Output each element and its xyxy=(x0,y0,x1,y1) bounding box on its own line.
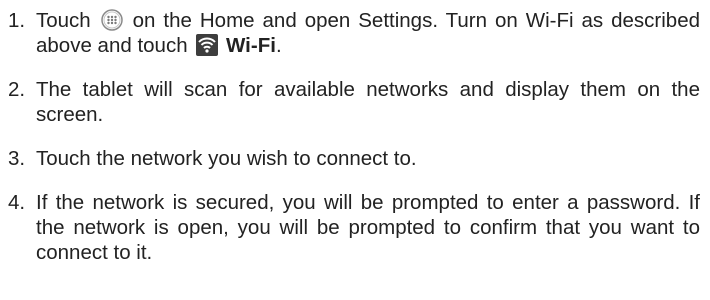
step-number: 2. xyxy=(8,78,26,101)
list-item-step-2: 2. The tablet will scan for available ne… xyxy=(8,77,700,127)
wifi-label: Wi-Fi xyxy=(226,34,276,57)
step-number: 4. xyxy=(8,191,26,214)
list-item-step-1: 1. Touch on the Home and open Settings. … xyxy=(8,8,700,58)
step-number: 1. xyxy=(8,9,26,32)
step-text-part: on the Home and open Settings. Turn on W… xyxy=(36,9,700,57)
app-drawer-icon xyxy=(100,9,123,31)
instruction-list: 1. Touch on the Home and open Settings. … xyxy=(8,8,700,265)
step-text-part: Touch xyxy=(36,9,91,32)
step-text: Touch the network you wish to connect to… xyxy=(36,147,417,170)
list-item-step-3: 3. Touch the network you wish to connect… xyxy=(8,146,700,171)
document-page: 1. Touch on the Home and open Settings. … xyxy=(0,0,710,300)
wifi-icon xyxy=(196,34,219,56)
step-text: Touch on the Home and open Settings. Tur… xyxy=(36,8,700,58)
step-text-part: . xyxy=(275,34,282,57)
step-text: If the network is secured, you will be p… xyxy=(36,191,700,264)
step-number: 3. xyxy=(8,147,26,170)
step-text: The tablet will scan for available netwo… xyxy=(36,78,700,126)
list-item-step-4: 4. If the network is secured, you will b… xyxy=(8,190,700,265)
